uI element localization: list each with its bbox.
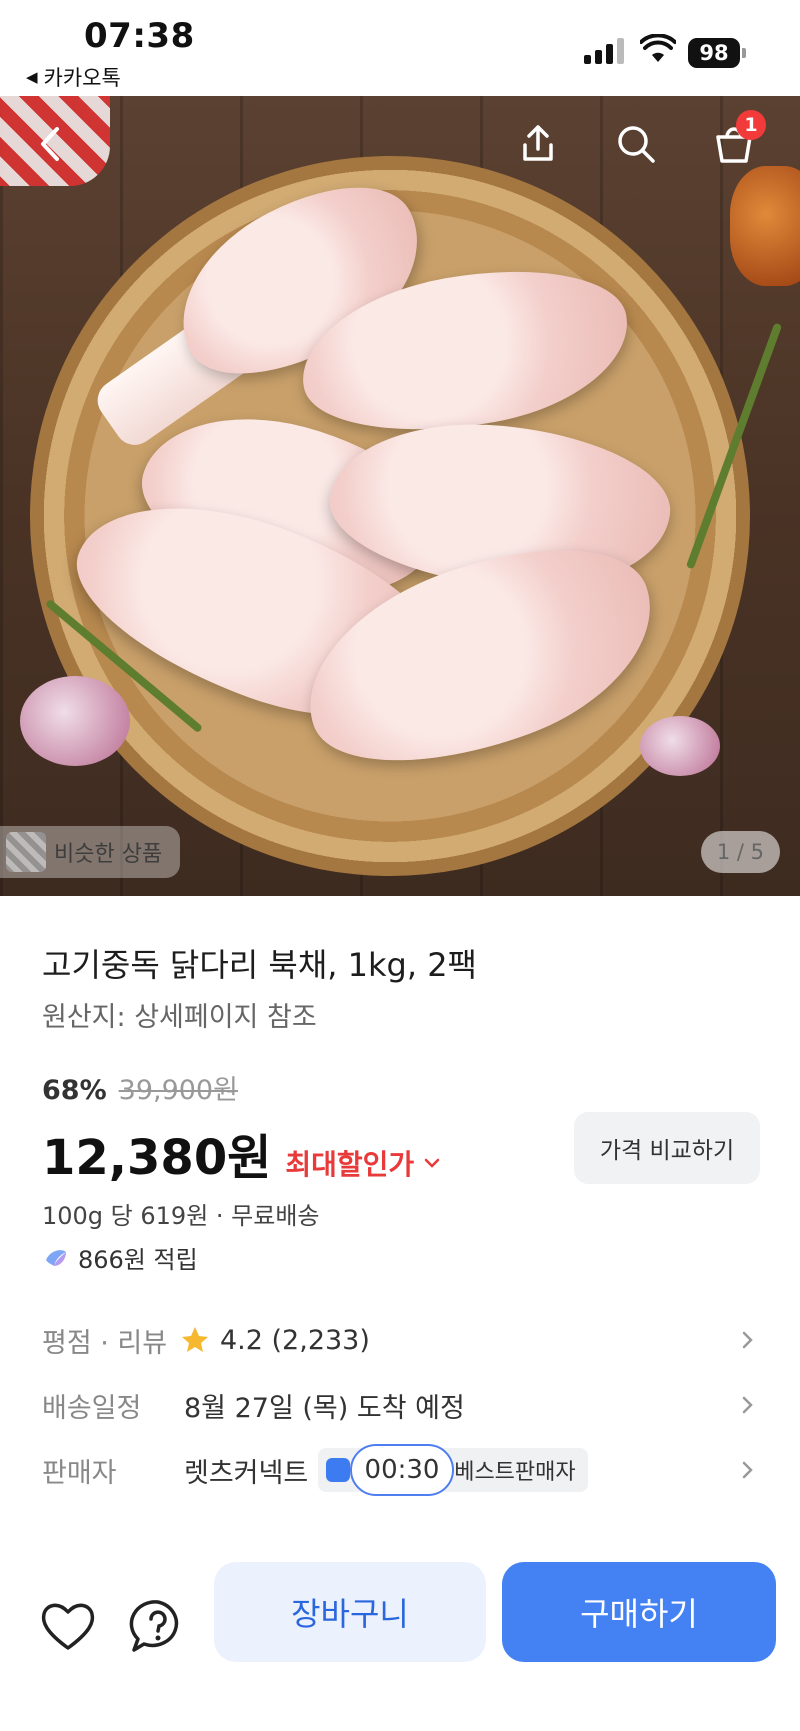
- shield-icon: [326, 1458, 351, 1482]
- pepper-decoration: [730, 166, 800, 286]
- discount-row: 68% 39,900원: [42, 1068, 238, 1107]
- best-seller-label: 베스트판매자: [454, 1460, 576, 1485]
- similar-thumbnail: [6, 832, 46, 872]
- back-app-label: 카카오톡: [43, 66, 121, 90]
- share-icon: [523, 125, 553, 161]
- similar-products-button[interactable]: 비슷한 상품: [0, 826, 181, 878]
- sale-price: 12,380원: [42, 1130, 272, 1186]
- chevron-right-icon: [742, 1331, 753, 1349]
- star-icon: [182, 1327, 208, 1352]
- cart-count-badge: 1: [736, 110, 766, 140]
- discount-rate: 68%: [42, 1075, 107, 1106]
- heart-icon[interactable]: [36, 1594, 100, 1658]
- chevron-right-icon: [742, 1396, 753, 1414]
- back-to-app-link[interactable]: ◀ 카카오톡: [26, 62, 121, 92]
- add-to-cart-button[interactable]: 장바구니: [214, 1562, 486, 1662]
- garlic: [20, 676, 130, 766]
- points-value: 866원 적립: [78, 1246, 198, 1274]
- share-button[interactable]: [510, 116, 566, 172]
- bottom-action-bar: 장바구니 구매하기: [0, 1540, 800, 1731]
- battery-level: 98: [688, 38, 740, 68]
- seller-label: 판매자: [42, 1457, 117, 1489]
- product-image[interactable]: 1 비슷한 상품 1 / 5: [0, 96, 800, 896]
- points-info: 866원 적립: [42, 1240, 198, 1275]
- chevron-left-icon: [41, 127, 59, 161]
- compare-price-button[interactable]: 가격 비교하기: [574, 1112, 760, 1184]
- rating-value: 4.2 (2,233): [220, 1324, 370, 1356]
- similar-label: 비슷한 상품: [54, 842, 163, 867]
- wifi-icon: [640, 34, 676, 62]
- image-pager: 1 / 5: [700, 831, 780, 873]
- status-bar: 07:38 ◀ 카카오톡 98: [0, 0, 800, 96]
- search-icon: [618, 126, 655, 163]
- unit-price-shipping: 100g 당 619원 · 무료배송: [42, 1202, 320, 1230]
- question-icon[interactable]: [126, 1594, 190, 1658]
- buy-now-button[interactable]: 구매하기: [502, 1562, 776, 1662]
- search-button[interactable]: [608, 116, 664, 172]
- price-row: 12,380원 최대할인가: [42, 1118, 442, 1188]
- rating-row[interactable]: 평점 · 리뷰 4.2 (2,233): [42, 1314, 758, 1366]
- seller-value-wrap: 렛츠커넥트 베스트판매자 00:30: [184, 1444, 736, 1496]
- seller-row[interactable]: 판매자 렛츠커넥트 베스트판매자 00:30: [42, 1444, 758, 1496]
- rating-label: 평점 · 리뷰: [42, 1327, 168, 1359]
- cellular-signal-icon: [584, 38, 626, 64]
- battery-icon: 98: [688, 38, 746, 68]
- back-triangle-icon: ◀: [26, 68, 38, 86]
- clock: 07:38: [84, 16, 195, 56]
- points-icon: [46, 1249, 66, 1266]
- garlic: [640, 716, 720, 776]
- product-title: 고기중독 닭다리 북채, 1kg, 2팩: [42, 946, 477, 984]
- timer-bubble: 00:30: [350, 1444, 454, 1496]
- delivery-row[interactable]: 배송일정 8월 27일 (목) 도착 예정: [42, 1379, 758, 1431]
- max-discount-dropdown[interactable]: 최대할인가: [285, 1143, 442, 1183]
- cart-button[interactable]: 1: [706, 110, 766, 172]
- original-price: 39,900원: [118, 1075, 238, 1106]
- rating-value-wrap: 4.2 (2,233): [180, 1325, 736, 1356]
- delivery-label: 배송일정: [42, 1392, 142, 1424]
- chevron-down-icon: [424, 1158, 440, 1168]
- max-discount-label: 최대할인가: [285, 1148, 415, 1181]
- product-origin: 원산지: 상세페이지 참조: [42, 1002, 317, 1033]
- delivery-value: 8월 27일 (목) 도착 예정: [184, 1392, 465, 1424]
- back-button[interactable]: [24, 116, 80, 172]
- chevron-right-icon: [742, 1461, 753, 1479]
- seller-name: 렛츠커넥트: [184, 1457, 309, 1489]
